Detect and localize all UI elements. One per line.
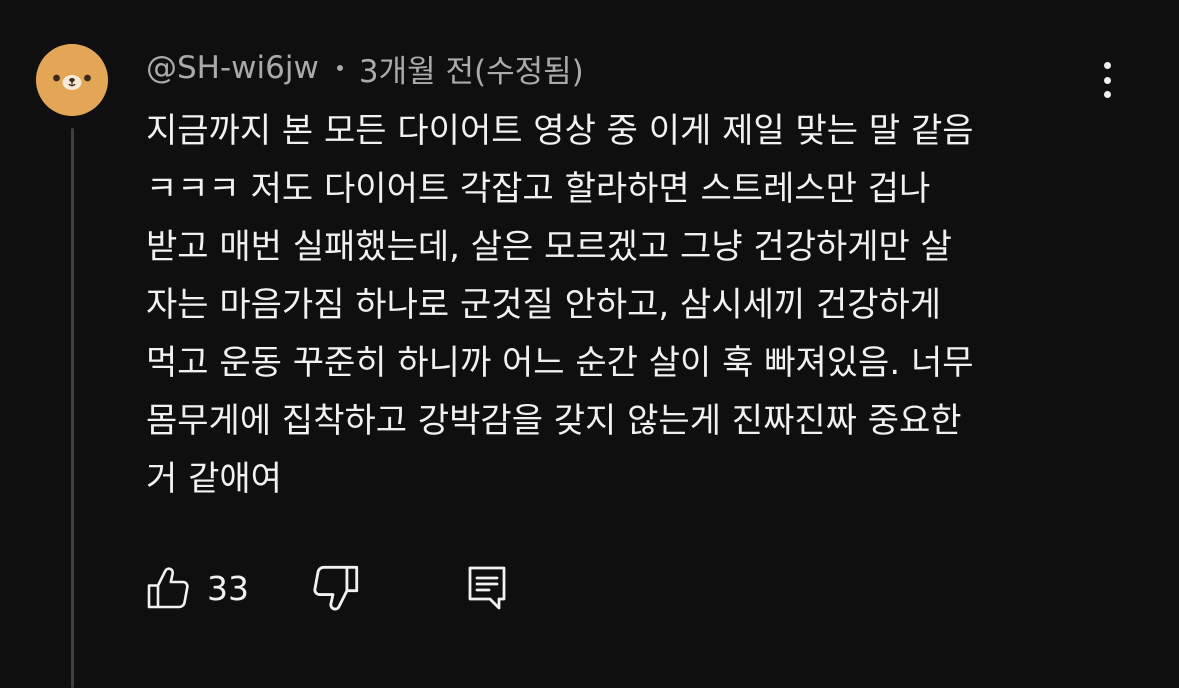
comment-text-line: 몸무게에 집착하고 강박감을 갖지 않는게 진짜진짜 중요한 [146, 401, 962, 441]
comment-reply-icon [468, 566, 506, 610]
like-button[interactable]: 33 [146, 564, 249, 612]
comment-timestamp[interactable]: 3개월 전(수정됨) [359, 46, 584, 91]
dislike-button[interactable] [312, 564, 360, 612]
comment-text-line: 거 같애여 [146, 459, 282, 499]
comment-actions: 33 [146, 564, 546, 612]
comment-text: 지금까지 본 모든 다이어트 영상 중 이게 제일 맞는 말 같음 ㅋㅋㅋ 저도… [146, 102, 1106, 508]
comment-text-line: 지금까지 본 모든 다이어트 영상 중 이게 제일 맞는 말 같음 [146, 111, 974, 151]
more-actions-button[interactable] [1088, 58, 1126, 102]
thumbs-down-icon [313, 565, 359, 611]
avatar[interactable] [36, 44, 108, 116]
reply-button[interactable] [464, 564, 512, 612]
comment-header: @SH-wi6jw 3개월 전(수정됨) [146, 46, 584, 91]
more-vert-icon [1103, 62, 1111, 69]
comment-text-line: 먹고 운동 꾸준히 하니까 어느 순간 살이 훅 빠져있음. 너무 [146, 343, 974, 383]
comment-text-line: ㅋㅋㅋ 저도 다이어트 각잡고 할라하면 스트레스만 겁나 [146, 169, 931, 209]
more-vert-icon [1103, 91, 1111, 98]
comment-text-line: 받고 매번 실패했는데, 살은 모르겠고 그냥 건강하게만 살 [146, 227, 952, 267]
more-vert-icon [1103, 76, 1111, 84]
thumbs-up-icon [147, 567, 189, 609]
author-name[interactable]: @SH-wi6jw [146, 50, 319, 86]
separator-dot [336, 65, 343, 71]
like-count: 33 [207, 568, 249, 608]
comment-text-line: 자는 마음가짐 하나로 군것질 안하고, 삼시세끼 건강하게 [146, 285, 942, 325]
bear-face-icon [36, 44, 108, 116]
reply-thread-line [71, 128, 74, 688]
